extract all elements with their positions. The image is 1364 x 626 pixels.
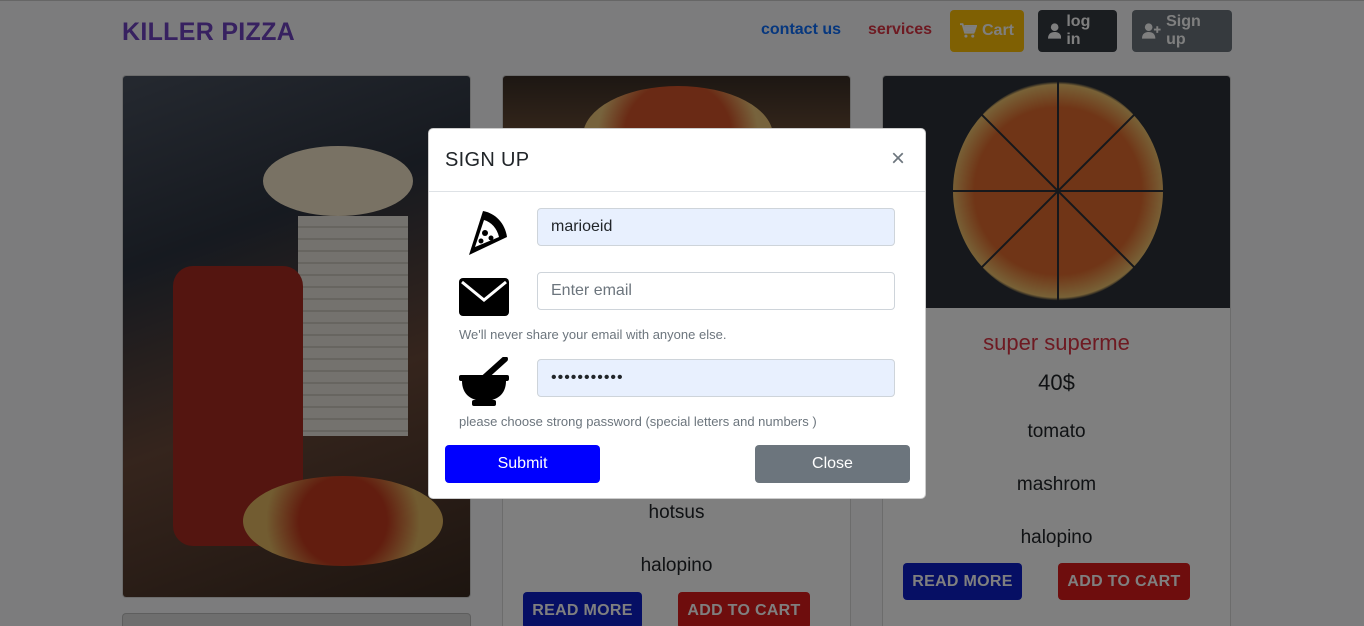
close-icon[interactable]: × (891, 147, 905, 171)
modal-title: SIGN UP (445, 149, 530, 171)
submit-button[interactable]: Submit (445, 445, 600, 483)
modal-header: SIGN UP × (429, 129, 925, 192)
password-input[interactable]: ••••••••••• (537, 359, 895, 397)
username-input[interactable]: marioeid (537, 208, 895, 246)
pizza-slice-icon (469, 211, 507, 255)
signup-modal: SIGN UP × marioeid Enter email We'll nev… (428, 128, 926, 499)
close-button[interactable]: Close (755, 445, 910, 483)
email-input[interactable]: Enter email (537, 272, 895, 310)
password-help-text: please choose strong password (special l… (459, 414, 817, 429)
email-help-text: We'll never share your email with anyone… (459, 327, 727, 342)
mortar-pestle-icon (459, 357, 509, 406)
envelope-icon (459, 278, 509, 316)
